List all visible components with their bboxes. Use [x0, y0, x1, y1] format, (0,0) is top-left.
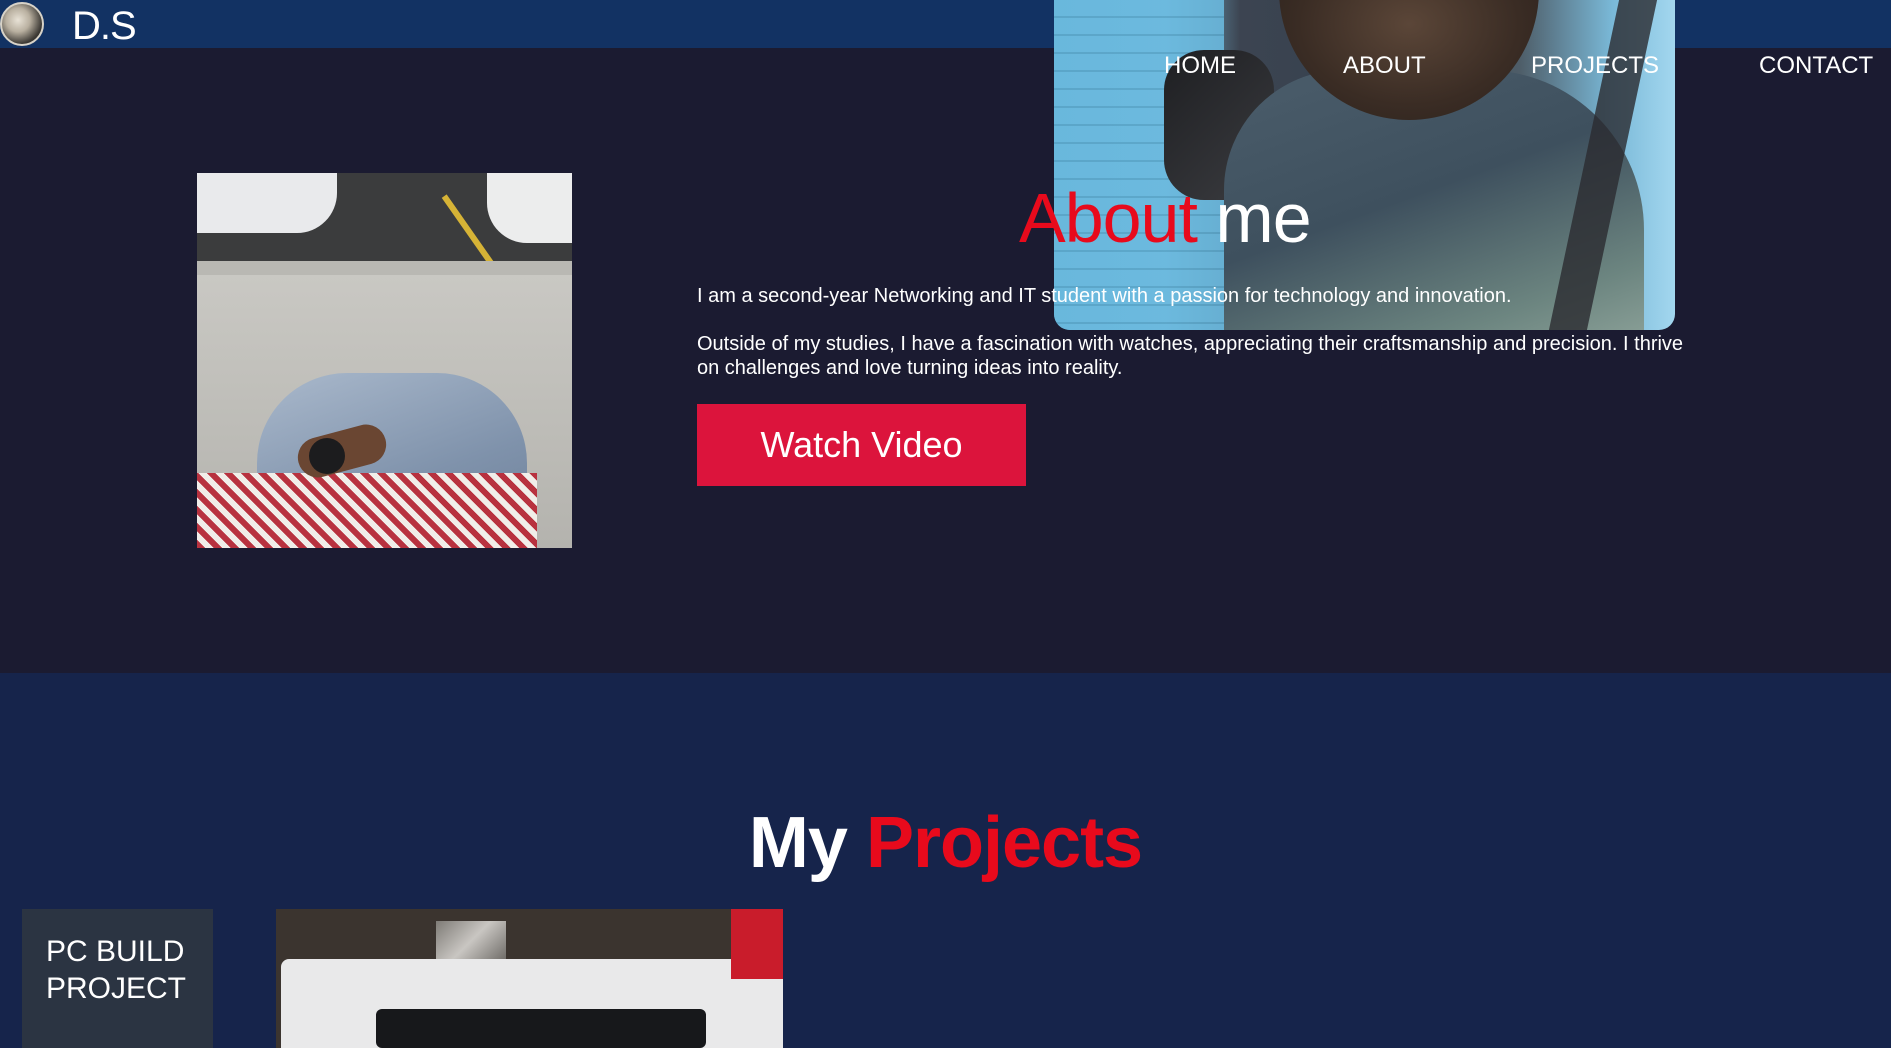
project-card-pc-build[interactable]: PC BUILD PROJECT — [22, 909, 213, 1048]
project-photo-pc-build[interactable] — [276, 909, 783, 1048]
project-card-label: PC BUILD PROJECT — [46, 935, 187, 1005]
nav-contact-link[interactable]: CONTACT — [1759, 50, 1873, 82]
nav-projects-link[interactable]: PROJECTS — [1531, 50, 1659, 82]
about-paragraph-2: Outside of my studies, I have a fascinat… — [697, 333, 1684, 379]
watch-video-button[interactable]: Watch Video — [697, 404, 1026, 486]
about-title: About me — [1019, 176, 1312, 260]
projects-title-accent: Projects — [865, 803, 1143, 883]
avatar[interactable] — [0, 2, 44, 46]
nav-home-link[interactable]: HOME — [1164, 50, 1236, 82]
nav-about-link[interactable]: ABOUT — [1343, 50, 1426, 82]
about-paragraph-1: I am a second-year Networking and IT stu… — [697, 285, 1512, 307]
about-title-rest: me — [1215, 179, 1311, 257]
projects-section: My Projects PC BUILD PROJECT — [0, 673, 1891, 1048]
about-photo — [197, 173, 572, 548]
projects-title-rest: My — [748, 803, 848, 883]
about-title-accent: About — [1019, 179, 1198, 257]
site-logo[interactable]: D.S — [72, 4, 137, 48]
projects-title: My Projects — [0, 798, 1891, 888]
